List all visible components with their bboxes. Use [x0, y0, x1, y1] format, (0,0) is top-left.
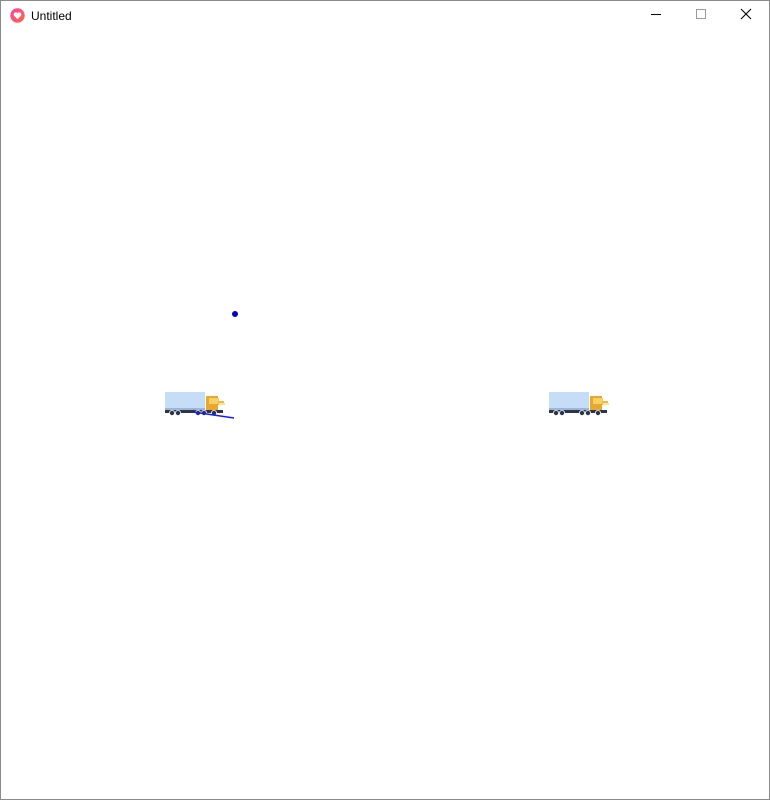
close-icon — [740, 7, 752, 25]
projectile — [232, 311, 238, 317]
window-title: Untitled — [31, 9, 72, 23]
app-window: Untitled — [0, 0, 770, 800]
dot-icon — [232, 311, 238, 317]
game-canvas[interactable] — [1, 31, 769, 799]
minimize-icon — [650, 7, 662, 25]
maximize-icon — [695, 7, 707, 25]
maximize-button[interactable] — [678, 1, 723, 31]
minimize-button[interactable] — [633, 1, 678, 31]
title-bar[interactable]: Untitled — [1, 1, 769, 31]
truck-icon — [549, 392, 609, 416]
aim-line — [192, 411, 235, 419]
truck-right — [549, 392, 609, 416]
line-icon — [192, 411, 235, 419]
close-button[interactable] — [723, 1, 768, 31]
heart-icon — [10, 8, 25, 23]
